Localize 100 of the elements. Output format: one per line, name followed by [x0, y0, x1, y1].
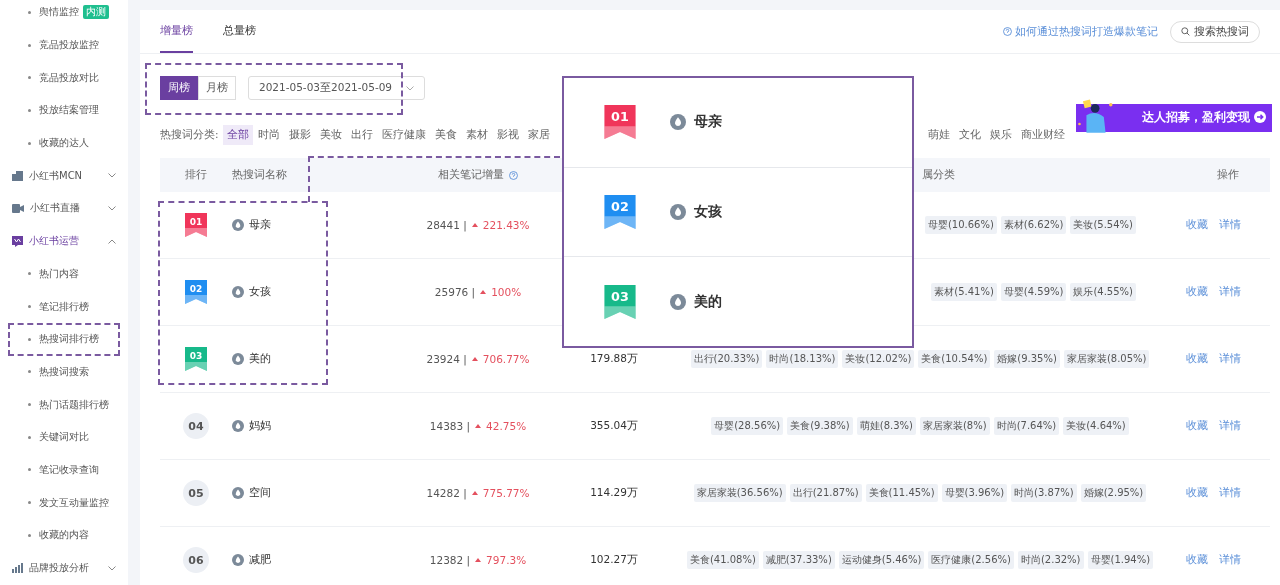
action-link[interactable]: 详情: [1219, 486, 1241, 500]
category-tag[interactable]: 摄影: [284, 125, 315, 145]
sidebar-item[interactable]: 收藏的达人: [0, 126, 128, 160]
keyword-name: 减肥: [249, 553, 271, 567]
category-tag[interactable]: 商业财经: [1017, 125, 1069, 145]
flame-icon: [670, 293, 686, 310]
action-link[interactable]: 详情: [1219, 553, 1241, 567]
flame-icon: [232, 487, 244, 499]
category-tag[interactable]: 娱乐: [986, 125, 1016, 145]
action-link[interactable]: 收藏: [1186, 419, 1208, 433]
category-tag[interactable]: 美妆: [315, 125, 346, 145]
sidebar-item[interactable]: 热门话题排行榜: [0, 388, 128, 421]
sidebar-group[interactable]: 品牌投放分析: [0, 551, 128, 585]
flame-icon: [232, 286, 244, 298]
up-triangle-icon: [475, 558, 482, 562]
category-tag: 出行(21.87%): [789, 484, 862, 502]
sidebar-item[interactable]: 笔记收录查询: [0, 453, 128, 487]
beta-badge: 内测: [83, 5, 109, 20]
note-count: 12382 |: [429, 554, 471, 566]
total-count: 355.04万: [590, 419, 638, 433]
category-tag[interactable]: 素材: [461, 125, 492, 145]
category-tag: 母婴(4.59%): [1000, 283, 1067, 301]
category-tag: 母婴(1.94%): [1087, 551, 1154, 569]
rank-ribbon: 02: [604, 195, 636, 229]
note-count: 14383 |: [429, 420, 471, 432]
category-tag[interactable]: 家居: [523, 125, 554, 145]
category-tag[interactable]: 时尚: [253, 125, 284, 145]
sidebar-item[interactable]: 关键词对比: [0, 420, 128, 454]
building-icon: [12, 170, 23, 181]
category-tag: 素材(5.41%): [931, 283, 997, 301]
category-tag: 运动健身(5.46%): [838, 551, 925, 569]
up-triangle-icon: [471, 223, 478, 227]
sidebar-item[interactable]: 竞品投放监控: [0, 28, 128, 62]
sidebar-item[interactable]: 舆情监控 内测: [0, 0, 128, 29]
flame-icon: [232, 554, 244, 566]
keyword-name: 妈妈: [249, 419, 271, 433]
sidebar-group[interactable]: 小红书运营: [0, 224, 128, 258]
action-link[interactable]: 收藏: [1186, 553, 1208, 567]
column-header: 排行: [185, 168, 207, 182]
caret-up-icon: [108, 238, 116, 244]
growth-rate: 706.77%: [482, 353, 530, 365]
category-tag: 美食(11.45%): [865, 484, 938, 502]
date-range-select[interactable]: 2021-05-03至2021-05-09: [248, 76, 426, 100]
action-link[interactable]: 收藏: [1186, 218, 1208, 232]
category-tag[interactable]: 萌娃: [924, 125, 954, 145]
sidebar-item[interactable]: 发文互动量监控: [0, 486, 128, 519]
rank-number: 06: [183, 547, 209, 573]
sidebar-item[interactable]: 热搜词排行榜: [0, 322, 128, 356]
category-tag: 母婴(3.96%): [941, 484, 1008, 502]
sidebar-item[interactable]: 热搜词搜索: [0, 355, 128, 389]
category-tag[interactable]: 医疗健康: [377, 125, 430, 145]
period-toggle[interactable]: 周榜: [160, 76, 198, 100]
sidebar-item[interactable]: 竞品投放对比: [0, 61, 128, 95]
column-header: 操作: [1217, 168, 1239, 182]
sidebar-group[interactable]: 小红书直播: [0, 192, 128, 225]
category-tag[interactable]: 全部: [222, 125, 253, 145]
category-tag[interactable]: 美食: [430, 125, 461, 145]
rank-ribbon: 03: [185, 347, 207, 371]
action-link[interactable]: 收藏: [1186, 486, 1208, 500]
help-link[interactable]: 如何通过热搜词打造爆款笔记: [1003, 24, 1158, 39]
sidebar-item[interactable]: 投放结案管理: [0, 94, 128, 127]
category-tag: 娱乐(4.55%): [1070, 283, 1136, 301]
keyword-name: 女孩: [694, 203, 722, 221]
tab[interactable]: 增量榜: [160, 10, 193, 53]
category-tag[interactable]: 文化: [955, 125, 985, 145]
category-tag: 美食(9.38%): [787, 417, 853, 435]
action-link[interactable]: 收藏: [1186, 352, 1208, 366]
period-toggle[interactable]: 月榜: [198, 76, 236, 100]
keyword-name: 美的: [249, 352, 271, 366]
rank-ribbon: 01: [604, 105, 636, 140]
search-icon: [1181, 27, 1190, 36]
column-header: 相关笔记增量: [438, 168, 504, 182]
promo-banner[interactable]: 达人招募，盈利变现: [1076, 98, 1272, 136]
category-tag[interactable]: 出行: [346, 125, 377, 145]
sidebar-group[interactable]: 小红书MCN: [0, 159, 128, 193]
action-link[interactable]: 详情: [1219, 419, 1241, 433]
category-tag: 母婴(10.66%): [924, 216, 997, 234]
sidebar-item[interactable]: 笔记排行榜: [0, 290, 128, 323]
action-link[interactable]: 详情: [1219, 218, 1241, 232]
keyword-name: 女孩: [249, 285, 271, 299]
sidebar-item[interactable]: 热门内容: [0, 257, 128, 291]
growth-rate: 42.75%: [486, 420, 527, 432]
sidebar-item[interactable]: 收藏的内容: [0, 519, 128, 552]
category-tag: 美妆(5.54%): [1070, 216, 1136, 234]
up-triangle-icon: [471, 357, 478, 361]
keyword-name: 母亲: [249, 218, 271, 232]
tab[interactable]: 总量榜: [223, 10, 256, 53]
category-tag: 婚嫁(2.95%): [1080, 484, 1147, 502]
action-link[interactable]: 详情: [1219, 352, 1241, 366]
category-tag[interactable]: 影视: [492, 125, 523, 145]
search-button[interactable]: 搜索热搜词: [1170, 20, 1260, 43]
rank-number: 04: [183, 413, 209, 439]
action-link[interactable]: 收藏: [1186, 285, 1208, 299]
action-link[interactable]: 详情: [1219, 285, 1241, 299]
growth-rate: 775.77%: [482, 487, 530, 499]
arrow-right-icon: [1254, 111, 1266, 123]
category-tag: 时尚(7.64%): [993, 417, 1060, 435]
total-count: 179.88万: [590, 352, 638, 366]
caret-down-icon: [406, 85, 415, 91]
category-tag: 家居家装(36.56%): [693, 484, 786, 502]
